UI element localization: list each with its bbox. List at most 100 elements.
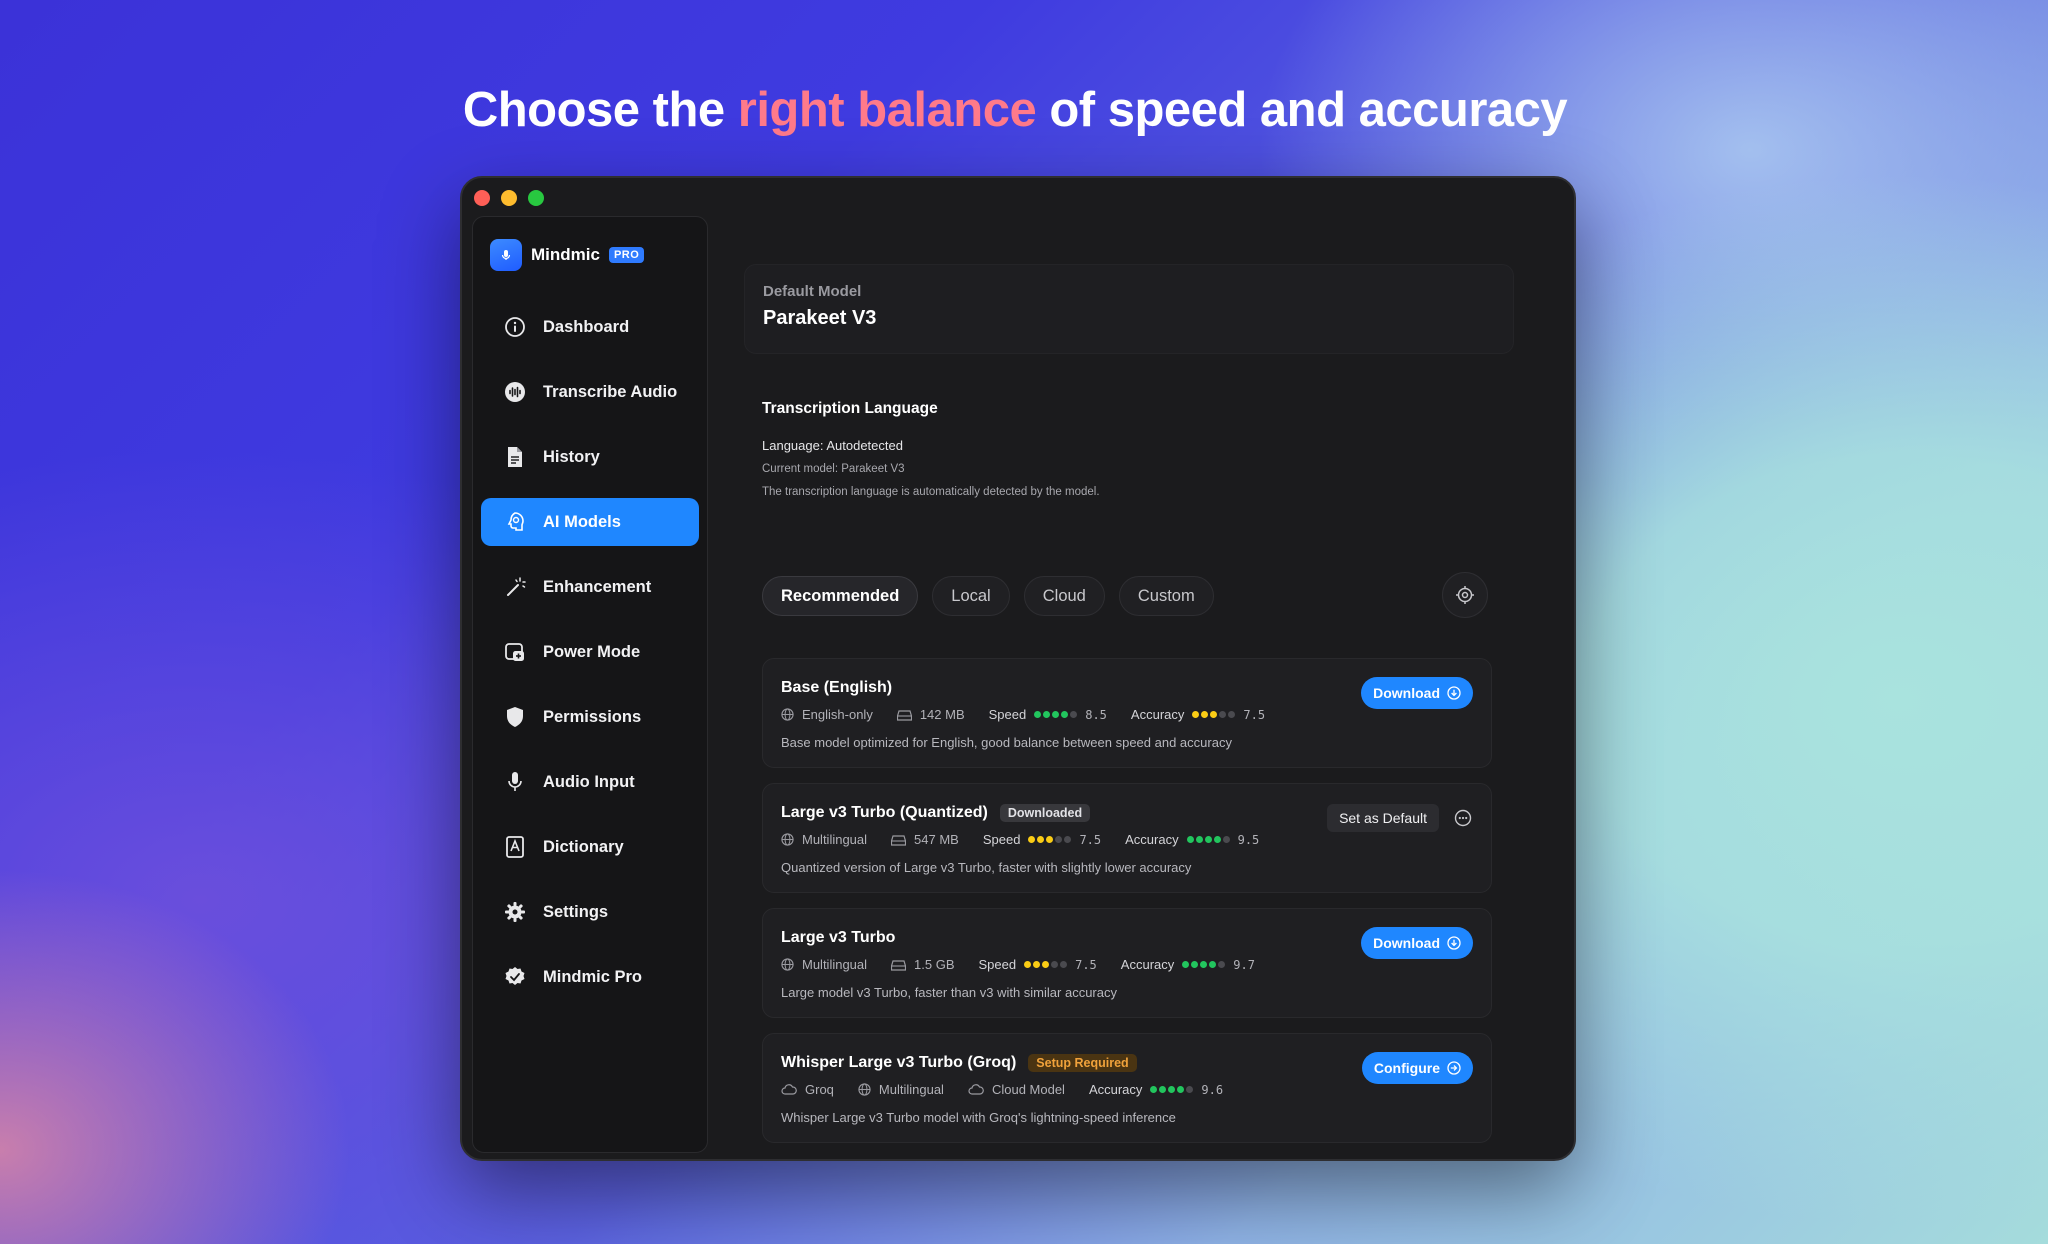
model-size: 142 MB [919,707,965,722]
language-status: Language: Autodetected [762,438,903,453]
dictionary-icon [503,835,527,859]
cloud-icon [781,1084,797,1095]
speed-rating [1034,711,1078,718]
model-size: 1.5 GB [914,957,955,972]
accuracy-label: Accuracy [1120,957,1175,972]
accuracy-value: 9.5 [1237,832,1260,847]
speed-label: Speed [988,707,1027,722]
download-button-label: Download [1373,935,1440,951]
document-icon [503,445,527,469]
accuracy-label: Accuracy [1130,707,1185,722]
main-content: Default Model Parakeet V3 Transcription … [724,216,1564,1149]
close-window-button[interactable] [474,190,490,206]
default-model-card: Default Model Parakeet V3 [744,264,1514,354]
model-meta: English-only 142 MB Speed 8.5 Accuracy 7… [781,707,1265,722]
mindmic-logo-icon [490,239,522,271]
sidebar-item-transcribe-audio[interactable]: Transcribe Audio [481,368,699,416]
microphone-icon [503,770,527,794]
sidebar-item-history[interactable]: History [481,433,699,481]
more-options-icon[interactable] [1453,808,1473,828]
model-settings-button[interactable] [1442,572,1488,618]
gear-icon [1456,586,1474,604]
model-card-large-v3-turbo-quantized: Large v3 Turbo (Quantized) Downloaded Mu… [762,783,1492,893]
model-card-whisper-groq: Whisper Large v3 Turbo (Groq) Setup Requ… [762,1033,1492,1143]
model-card-base-english: Base (English) English-only 142 MB Speed… [762,658,1492,768]
model-meta: Multilingual 547 MB Speed 7.5 Accuracy 9… [781,832,1259,847]
sidebar-item-label: AI Models [543,512,621,531]
speed-rating [1028,836,1072,843]
magic-wand-icon [503,575,527,599]
speed-value: 7.5 [1075,957,1097,972]
speed-label: Speed [978,957,1017,972]
sidebar-item-audio-input[interactable]: Audio Input [481,758,699,806]
brain-head-icon [503,510,527,534]
download-button[interactable]: Download [1361,927,1473,959]
model-title: Base (English) [781,679,892,697]
model-description: Whisper Large v3 Turbo model with Groq's… [781,1110,1176,1125]
default-model-value: Parakeet V3 [763,307,877,329]
sidebar-item-label: Transcribe Audio [543,382,678,401]
accuracy-rating [1182,961,1226,968]
sidebar-item-dictionary[interactable]: Dictionary [481,823,699,871]
speed-value: 7.5 [1079,832,1102,847]
disk-icon [891,959,907,971]
accuracy-value: 9.7 [1233,957,1255,972]
globe-icon [781,833,794,846]
configure-button[interactable]: Configure [1361,1052,1473,1084]
model-card-large-v3-turbo: Large v3 Turbo Multilingual 1.5 GB Speed… [762,908,1492,1018]
globe-icon [781,708,794,721]
sidebar-item-power-mode[interactable]: Power Mode [481,628,699,676]
accuracy-rating [1186,836,1230,843]
speed-value: 8.5 [1085,707,1107,722]
accuracy-value: 7.5 [1243,707,1266,722]
model-type: Cloud Model [991,1082,1065,1097]
download-arrow-icon [1447,686,1461,700]
sidebar-item-enhancement[interactable]: Enhancement [481,563,699,611]
tab-custom[interactable]: Custom [1118,576,1214,616]
sidebar: Mindmic PRO Dashboard Transcribe Audio H… [472,216,708,1153]
sidebar-item-mindmic-pro[interactable]: Mindmic Pro [481,953,699,1001]
sidebar-item-permissions[interactable]: Permissions [481,693,699,741]
download-arrow-icon [1447,936,1461,950]
download-button[interactable]: Download [1361,677,1473,709]
model-meta: Multilingual 1.5 GB Speed 7.5 Accuracy 9… [781,957,1255,972]
model-size: 547 MB [914,832,959,847]
sidebar-item-label: Audio Input [543,772,635,791]
tab-cloud[interactable]: Cloud [1023,576,1105,616]
model-title: Whisper Large v3 Turbo (Groq) Setup Requ… [781,1054,1137,1072]
sidebar-item-label: Settings [543,902,609,921]
headline-part1: Choose the [462,83,738,137]
accuracy-rating [1192,711,1236,718]
model-description: Large model v3 Turbo, faster than v3 wit… [781,985,1117,1000]
sidebar-item-dashboard[interactable]: Dashboard [481,303,699,351]
section-title: Transcription Language [762,400,938,417]
model-title: Large v3 Turbo (Quantized) Downloaded [781,804,1091,822]
tab-recommended[interactable]: Recommended [762,576,919,616]
globe-icon [858,1083,871,1096]
sidebar-item-settings[interactable]: Settings [481,888,699,936]
configure-button-label: Configure [1373,1060,1440,1076]
accuracy-value: 9.6 [1201,1082,1224,1097]
language-help-text: The transcription language is automatica… [762,486,1100,498]
tab-local[interactable]: Local [932,576,1010,616]
zoom-window-button[interactable] [528,190,544,206]
disk-icon [891,834,907,846]
model-provider: Groq [805,1082,834,1097]
set-as-default-button[interactable]: Set as Default [1327,804,1439,832]
gear-icon [503,900,527,924]
shield-icon [503,705,527,729]
waveform-icon [503,380,527,404]
model-filter-tabs: Recommended Local Cloud Custom [762,576,1214,616]
model-language: Multilingual [802,832,868,847]
model-meta: Groq Multilingual Cloud Model Accuracy 9… [781,1082,1223,1097]
sidebar-item-label: Power Mode [543,642,641,661]
headline-part2: of speed and accuracy [1036,83,1568,137]
minimize-window-button[interactable] [501,190,517,206]
headline: Choose the right balance of speed and ac… [0,82,2030,138]
sidebar-item-ai-models[interactable]: AI Models [481,498,699,546]
accuracy-label: Accuracy [1088,1082,1143,1097]
info-circle-icon [503,315,527,339]
model-description: Base model optimized for English, good b… [781,735,1232,750]
sidebar-item-label: Dictionary [543,837,624,856]
app-window: Mindmic PRO Dashboard Transcribe Audio H… [460,176,1576,1161]
